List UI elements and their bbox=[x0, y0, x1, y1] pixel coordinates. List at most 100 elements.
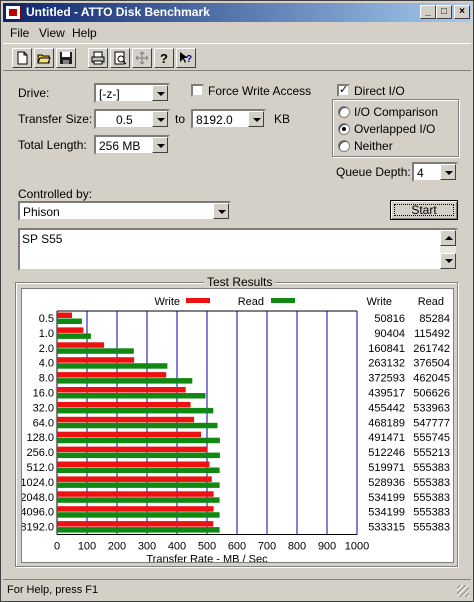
controlled-by-label: Controlled by: bbox=[18, 187, 93, 201]
x-tick-label: 400 bbox=[168, 541, 186, 553]
y-tick-label: 128.0 bbox=[26, 432, 54, 444]
transfer-to-value: 8192.0 bbox=[196, 113, 233, 127]
legend-write-label: Write bbox=[155, 296, 180, 308]
write-value: 534199 bbox=[368, 492, 405, 504]
write-bar bbox=[57, 342, 105, 348]
write-bar bbox=[57, 476, 212, 482]
read-value: 85284 bbox=[419, 313, 450, 325]
chevron-down-icon[interactable] bbox=[213, 203, 229, 219]
app-icon[interactable] bbox=[5, 5, 21, 20]
legend-read-swatch bbox=[271, 298, 295, 303]
read-bar bbox=[57, 467, 220, 473]
transfer-from-value: 0.5 bbox=[116, 113, 133, 127]
y-tick-label: 256.0 bbox=[26, 447, 54, 459]
chevron-down-icon[interactable] bbox=[248, 111, 264, 127]
read-value: 261742 bbox=[413, 343, 450, 355]
write-bar bbox=[57, 491, 214, 497]
svg-text:?: ? bbox=[186, 54, 192, 65]
write-value: 439517 bbox=[368, 388, 405, 400]
write-bar bbox=[57, 387, 186, 393]
print-icon[interactable] bbox=[88, 48, 108, 68]
write-bar bbox=[57, 312, 72, 318]
close-button[interactable]: × bbox=[454, 5, 470, 19]
menu-view[interactable]: View bbox=[39, 26, 65, 40]
read-value: 555383 bbox=[413, 522, 450, 534]
read-value: 115492 bbox=[414, 328, 450, 340]
results-chart: Write Read Write Read 0 100 200 300 400 500 600 700… bbox=[20, 296, 450, 566]
neither-radio[interactable] bbox=[338, 140, 350, 152]
move-cross-icon[interactable] bbox=[132, 48, 152, 68]
chevron-down-icon[interactable] bbox=[440, 164, 456, 180]
description-scrollbar[interactable] bbox=[440, 230, 456, 269]
read-bar bbox=[57, 482, 220, 488]
maximize-button[interactable]: □ bbox=[436, 5, 452, 19]
write-value: 50816 bbox=[374, 313, 405, 325]
y-tick-label: 1.0 bbox=[39, 328, 54, 340]
transfer-size-label: Transfer Size: bbox=[18, 112, 93, 126]
write-bar bbox=[57, 446, 207, 453]
chevron-down-icon[interactable] bbox=[152, 85, 168, 101]
write-value: 160841 bbox=[368, 343, 405, 355]
minimize-button[interactable]: _ bbox=[420, 5, 436, 19]
read-bar bbox=[57, 527, 220, 533]
menu-help[interactable]: Help bbox=[72, 26, 97, 40]
y-tick-label: 1024.0 bbox=[22, 477, 54, 489]
y-tick-label: 4096.0 bbox=[22, 507, 54, 519]
status-bar: For Help, press F1 bbox=[3, 579, 471, 599]
write-bar bbox=[57, 372, 167, 378]
queue-depth-select[interactable]: 4 bbox=[412, 162, 458, 182]
x-axis-title: Transfer Rate - MB / Sec bbox=[146, 554, 268, 563]
help-question-icon[interactable]: ? bbox=[154, 48, 174, 68]
x-tick-label: 900 bbox=[318, 541, 336, 553]
open-folder-icon[interactable] bbox=[34, 48, 54, 68]
io-comparison-radio[interactable] bbox=[338, 106, 350, 118]
context-help-icon[interactable]: ? bbox=[176, 48, 196, 68]
read-bar bbox=[57, 512, 220, 518]
y-tick-label: 8192.0 bbox=[22, 522, 54, 534]
total-length-select[interactable]: 256 MB bbox=[94, 135, 170, 155]
y-tick-label: 32.0 bbox=[33, 402, 54, 414]
menu-file[interactable]: File bbox=[10, 26, 29, 40]
read-bar bbox=[57, 333, 91, 339]
drive-select[interactable]: [-z-] bbox=[94, 83, 170, 103]
window-title: Untitled - ATTO Disk Benchmark bbox=[26, 5, 210, 19]
write-value: 263132 bbox=[368, 358, 405, 370]
force-write-checkbox[interactable] bbox=[191, 84, 204, 97]
write-bar bbox=[57, 431, 201, 438]
save-disk-icon[interactable] bbox=[56, 48, 76, 68]
write-bar bbox=[57, 327, 84, 333]
write-value: 512246 bbox=[368, 447, 405, 459]
scroll-down-icon[interactable] bbox=[440, 253, 456, 269]
write-bar bbox=[57, 521, 214, 527]
title-bar[interactable]: Untitled - ATTO Disk Benchmark _ □ × bbox=[3, 3, 471, 22]
to-label: to bbox=[175, 112, 186, 126]
legend-write-swatch bbox=[186, 298, 210, 303]
scroll-up-icon[interactable] bbox=[440, 230, 456, 246]
controlled-by-select[interactable]: Phison bbox=[18, 201, 231, 221]
queue-depth-label: Queue Depth: bbox=[336, 165, 411, 179]
overlapped-io-radio[interactable] bbox=[338, 123, 350, 135]
read-bar bbox=[57, 378, 193, 384]
start-button[interactable]: Start bbox=[390, 200, 458, 220]
read-bar bbox=[57, 348, 134, 354]
y-tick-label: 4.0 bbox=[39, 358, 54, 370]
direct-io-checkbox[interactable] bbox=[337, 83, 350, 97]
col-write-header: Write bbox=[367, 296, 392, 308]
transfer-to-select[interactable]: 8192.0 bbox=[191, 109, 266, 129]
read-bar bbox=[57, 452, 220, 459]
resize-grip-icon[interactable] bbox=[457, 585, 469, 597]
x-tick-label: 200 bbox=[108, 541, 126, 553]
test-results-group: Test Results Write Read Write Read 0 100 200 30… bbox=[15, 275, 458, 567]
y-tick-label: 16.0 bbox=[33, 388, 54, 400]
chevron-down-icon[interactable] bbox=[152, 137, 168, 153]
y-tick-label: 8.0 bbox=[39, 373, 54, 385]
description-textarea[interactable]: SP S55 bbox=[18, 228, 458, 271]
print-preview-icon[interactable] bbox=[110, 48, 130, 68]
write-value: 372593 bbox=[368, 373, 405, 385]
chevron-down-icon[interactable] bbox=[152, 111, 168, 127]
new-file-icon[interactable] bbox=[12, 48, 32, 68]
y-tick-label: 2.0 bbox=[39, 343, 54, 355]
start-button-label: Start bbox=[411, 203, 437, 217]
transfer-from-select[interactable]: 0.5 bbox=[94, 109, 170, 129]
x-tick-label: 100 bbox=[78, 541, 96, 553]
